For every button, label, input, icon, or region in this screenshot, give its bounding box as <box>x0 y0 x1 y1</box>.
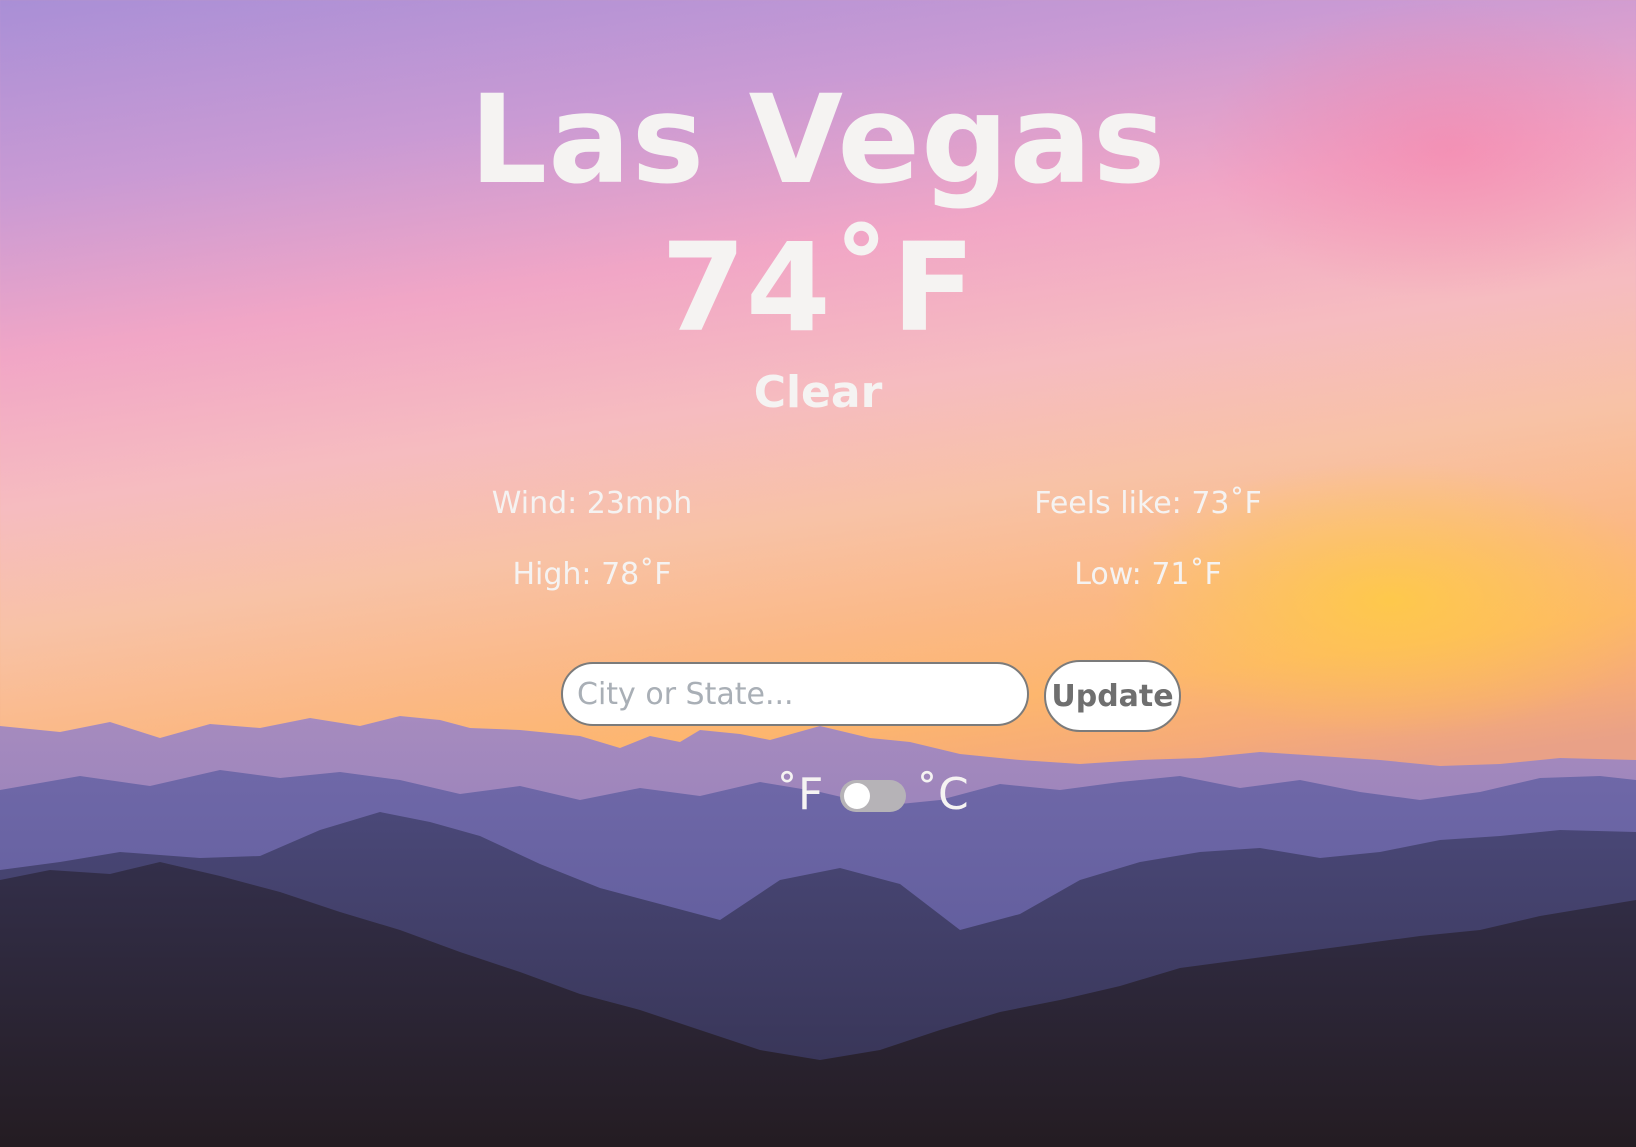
feels-like-temperature: Feels like: 73˚F <box>1034 486 1262 521</box>
weather-app: Las Vegas 74˚F Clear Wind: 23mph Feels l… <box>0 0 1636 1147</box>
unit-toggle[interactable] <box>840 780 906 812</box>
current-temperature: 74˚F <box>660 217 976 359</box>
fahrenheit-label: ˚F <box>776 769 824 820</box>
toggle-knob <box>844 783 870 809</box>
update-button[interactable]: Update <box>1044 660 1181 732</box>
weather-condition: Clear <box>753 367 883 418</box>
city-search-input[interactable] <box>561 662 1029 726</box>
low-temperature: Low: 71˚F <box>1074 557 1222 592</box>
city-name: Las Vegas <box>469 69 1167 211</box>
high-temperature: High: 78˚F <box>512 557 672 592</box>
celsius-label: ˚C <box>916 769 969 820</box>
wind-speed: Wind: 23mph <box>491 486 693 521</box>
